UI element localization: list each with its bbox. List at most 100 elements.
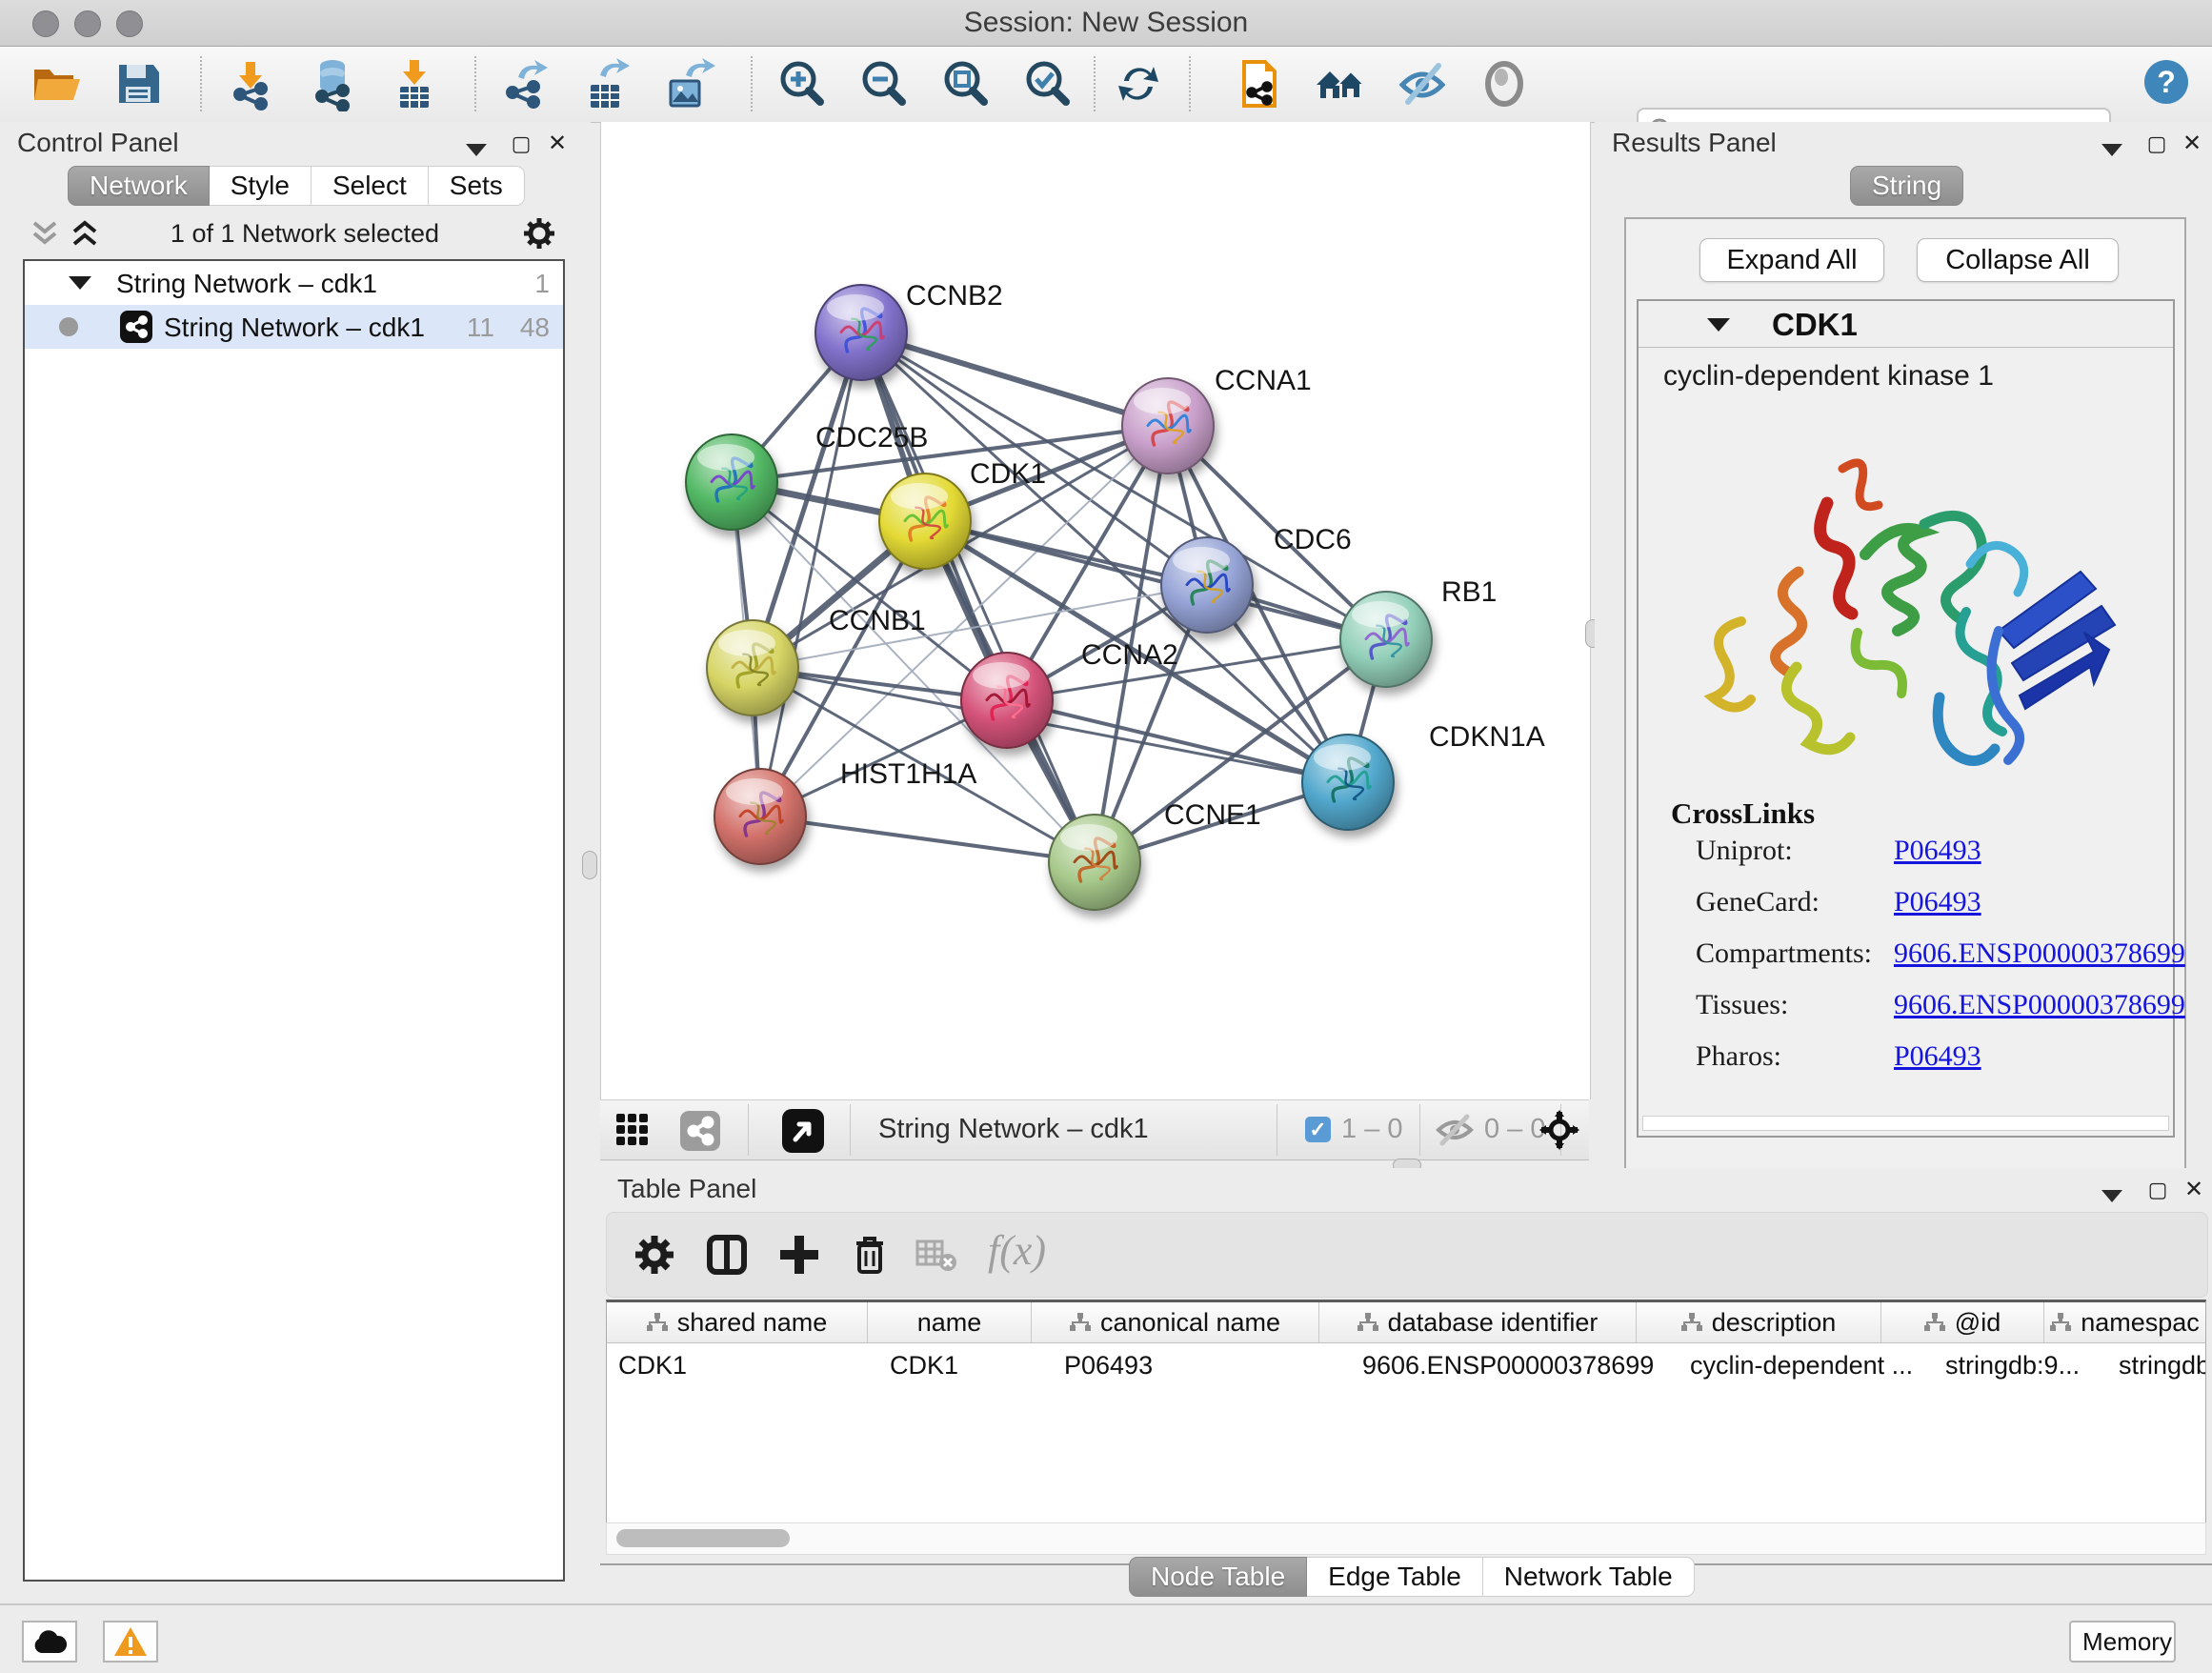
- show-columns-icon[interactable]: [704, 1232, 750, 1278]
- panel-close-icon[interactable]: ✕: [2178, 131, 2206, 156]
- tab-node-table[interactable]: Node Table: [1129, 1557, 1307, 1597]
- column-header[interactable]: shared name: [607, 1302, 868, 1342]
- export-image-button[interactable]: [661, 56, 716, 111]
- edge-HIST1H1A-CCNE1[interactable]: [760, 816, 1095, 862]
- left-splitter-handle[interactable]: [582, 851, 597, 879]
- panel-menu-icon[interactable]: [2098, 137, 2126, 162]
- memory-label: Memory: [2082, 1627, 2172, 1657]
- tab-network[interactable]: Network: [68, 166, 210, 206]
- hidden-eye-slash-icon[interactable]: [1435, 1113, 1475, 1147]
- network-view-toolbar: String Network – cdk1 ✓ 1 – 0 0 – 0: [600, 1099, 1589, 1160]
- network-row-selected[interactable]: String Network – cdk1 11 48: [25, 305, 563, 349]
- panel-close-icon[interactable]: ✕: [2180, 1178, 2208, 1202]
- crosslink-row: Pharos: P06493: [1696, 1040, 2154, 1082]
- scrollbar-thumb[interactable]: [616, 1529, 790, 1547]
- zoom-in-button[interactable]: [774, 56, 829, 111]
- tab-style[interactable]: Style: [210, 166, 312, 206]
- crosslink-link[interactable]: 9606.ENSP00000378699: [1894, 989, 2185, 1021]
- import-table-button[interactable]: [387, 56, 442, 111]
- save-session-button[interactable]: [111, 56, 166, 111]
- column-header[interactable]: namespac: [2044, 1302, 2205, 1342]
- delete-table-icon[interactable]: [914, 1232, 959, 1278]
- zoom-fit-button[interactable]: [937, 56, 993, 111]
- warning-status-button[interactable]: [103, 1621, 158, 1663]
- network-node-HIST1H1A[interactable]: HIST1H1A: [714, 758, 976, 864]
- table-horizontal-scrollbar[interactable]: [606, 1522, 2206, 1555]
- network-node-CDKN1A[interactable]: CDKN1A: [1302, 721, 1545, 830]
- home-button[interactable]: [1313, 56, 1368, 111]
- gene-expander-icon[interactable]: [1707, 318, 1730, 332]
- results-scrollbar[interactable]: [1642, 1116, 2169, 1131]
- network-collection-row[interactable]: String Network – cdk1 1: [25, 261, 563, 305]
- function-builder-icon[interactable]: f(x): [988, 1226, 1046, 1275]
- node-label-CDKN1A: CDKN1A: [1429, 721, 1545, 753]
- tab-network-table[interactable]: Network Table: [1483, 1557, 1695, 1597]
- help-icon: ?: [2142, 57, 2191, 107]
- panel-menu-icon[interactable]: [462, 137, 491, 162]
- edge-CCNB2-CCNA1[interactable]: [861, 333, 1168, 426]
- toolbar-separator: [1094, 56, 1096, 111]
- crosslink-link[interactable]: 9606.ENSP00000378699: [1894, 937, 2185, 970]
- table-row[interactable]: CDK1 CDK1 P06493 9606.ENSP00000378699 cy…: [607, 1343, 2205, 1387]
- tab-string[interactable]: String: [1850, 166, 1963, 206]
- panel-menu-icon[interactable]: [2098, 1183, 2126, 1208]
- crosslink-link[interactable]: P06493: [1894, 1040, 1981, 1073]
- table-panel-header: Table Panel ▢ ✕: [600, 1168, 2212, 1210]
- import-network-database-button[interactable]: [305, 56, 360, 111]
- open-in-string-button[interactable]: [1231, 56, 1286, 111]
- panel-close-icon[interactable]: ✕: [543, 131, 572, 156]
- grid-view-icon[interactable]: [615, 1113, 650, 1147]
- node-label-CDC6: CDC6: [1274, 524, 1352, 555]
- gene-section: CDK1 cyclin-dependent kinase 1: [1637, 299, 2175, 1138]
- string-view-icon[interactable]: [680, 1111, 720, 1151]
- pan-crosshair-icon[interactable]: [1539, 1110, 1579, 1150]
- control-panel-title: Control Panel: [17, 128, 179, 158]
- export-table-button[interactable]: [579, 56, 634, 111]
- panel-float-icon[interactable]: ▢: [507, 131, 535, 156]
- column-header[interactable]: name: [868, 1302, 1032, 1342]
- expand-all-button[interactable]: Expand All: [1699, 238, 1884, 282]
- column-header[interactable]: @id: [1881, 1302, 2044, 1342]
- open-session-button[interactable]: [29, 56, 84, 111]
- export-network-button[interactable]: [497, 56, 553, 111]
- column-header[interactable]: description: [1637, 1302, 1881, 1342]
- tab-edge-table[interactable]: Edge Table: [1307, 1557, 1483, 1597]
- panel-float-icon[interactable]: ▢: [2142, 131, 2171, 156]
- expand-all-chevrons-icon[interactable]: [69, 219, 101, 248]
- refresh-button[interactable]: [1111, 56, 1166, 111]
- network-node-CDK1[interactable]: CDK1: [879, 458, 1046, 569]
- zoom-out-button[interactable]: [855, 56, 911, 111]
- help-button[interactable]: ?: [2142, 54, 2197, 110]
- collapse-all-button[interactable]: Collapse All: [1917, 238, 2119, 282]
- network-selection-status: 1 of 1 Network selected: [105, 219, 505, 249]
- column-header[interactable]: database identifier: [1319, 1302, 1637, 1342]
- crosslink-link[interactable]: P06493: [1894, 835, 1981, 867]
- delete-column-trash-icon[interactable]: [847, 1232, 893, 1278]
- gene-section-header[interactable]: CDK1: [1639, 301, 2173, 348]
- network-node-CCNB1[interactable]: CCNB1: [707, 605, 926, 716]
- tab-sets[interactable]: Sets: [429, 166, 525, 206]
- import-network-file-button[interactable]: [223, 56, 278, 111]
- tab-select[interactable]: Select: [312, 166, 429, 206]
- export-image-icon: [661, 56, 716, 111]
- zoom-out-icon: [855, 56, 911, 111]
- column-header[interactable]: canonical name: [1032, 1302, 1319, 1342]
- birds-eye-view-icon[interactable]: [782, 1109, 824, 1153]
- selected-checkbox[interactable]: ✓: [1305, 1117, 1331, 1142]
- network-options-gear-icon[interactable]: [520, 214, 558, 252]
- crosslink-link[interactable]: P06493: [1894, 886, 1981, 918]
- add-column-plus-icon[interactable]: [776, 1232, 822, 1278]
- collection-expander-icon[interactable]: [69, 276, 91, 290]
- collapse-all-chevrons-icon[interactable]: [29, 219, 61, 248]
- memory-button[interactable]: Memory: [2069, 1621, 2176, 1663]
- zoom-selected-button[interactable]: [1019, 56, 1075, 111]
- hide-selected-button[interactable]: [1395, 56, 1450, 111]
- network-tree: String Network – cdk1 1 String Network –…: [23, 259, 565, 1582]
- panel-float-icon[interactable]: ▢: [2143, 1178, 2172, 1202]
- network-node-RB1[interactable]: RB1: [1340, 576, 1497, 687]
- table-settings-gear-icon[interactable]: [632, 1232, 677, 1278]
- network-view-canvas[interactable]: CCNB2CCNA1CDC25BCDK1CDC6RB1CCNB1CCNA2CDK…: [600, 122, 1591, 1099]
- network-node-CCNA1[interactable]: CCNA1: [1122, 365, 1312, 474]
- show-all-button[interactable]: [1477, 56, 1532, 111]
- cloud-status-button[interactable]: [22, 1621, 77, 1663]
